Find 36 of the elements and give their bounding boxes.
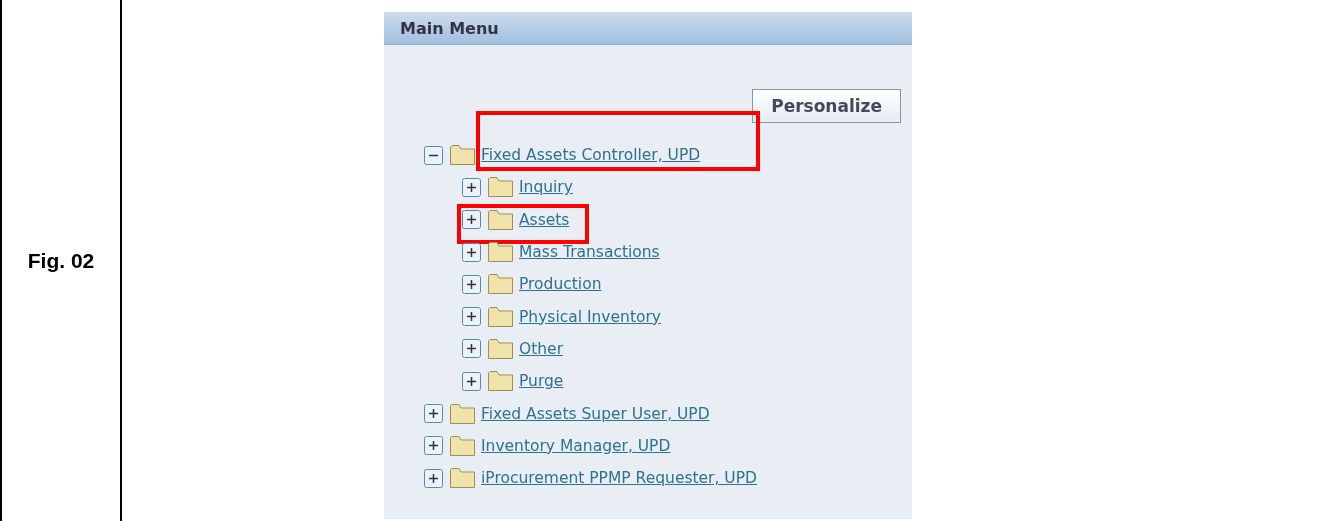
folder-icon bbox=[488, 209, 513, 230]
expand-icon[interactable] bbox=[462, 274, 481, 294]
collapse-icon[interactable] bbox=[424, 145, 443, 165]
folder-icon bbox=[488, 274, 513, 295]
folder-icon bbox=[488, 371, 513, 392]
folder-icon bbox=[488, 177, 513, 198]
personalize-button[interactable]: Personalize bbox=[752, 89, 901, 123]
tree-item-link[interactable]: Inventory Manager, UPD bbox=[481, 436, 671, 455]
folder-icon bbox=[488, 338, 513, 359]
expand-icon[interactable] bbox=[462, 210, 481, 230]
tree-item-link[interactable]: Fixed Assets Controller, UPD bbox=[481, 146, 701, 165]
tree-item-link[interactable]: iProcurement PPMP Requester, UPD bbox=[481, 469, 757, 488]
expand-icon[interactable] bbox=[462, 177, 481, 197]
folder-icon bbox=[450, 145, 475, 166]
expand-icon[interactable] bbox=[424, 404, 443, 423]
tree-item-link[interactable]: Other bbox=[519, 339, 563, 358]
folder-icon bbox=[450, 403, 475, 424]
expand-icon[interactable] bbox=[462, 371, 481, 391]
expand-icon[interactable] bbox=[424, 436, 443, 456]
panel-title: Main Menu bbox=[400, 18, 499, 38]
folder-icon bbox=[488, 242, 513, 263]
tree-item-link[interactable]: Fixed Assets Super User, UPD bbox=[481, 404, 710, 423]
expand-icon[interactable] bbox=[462, 242, 481, 262]
tree-item-link[interactable]: Inquiry bbox=[519, 178, 573, 197]
folder-icon bbox=[450, 468, 475, 489]
folder-icon bbox=[450, 435, 475, 456]
expand-icon[interactable] bbox=[424, 468, 443, 488]
tree-item-link[interactable]: Mass Transactions bbox=[519, 243, 660, 262]
expand-icon[interactable] bbox=[462, 307, 481, 327]
tree-item-link[interactable]: Physical Inventory bbox=[519, 307, 661, 326]
figure-label: Fig. 02 bbox=[27, 248, 95, 273]
tree-item-link[interactable]: Purge bbox=[519, 372, 564, 391]
tree-item-link[interactable]: Assets bbox=[519, 210, 570, 229]
folder-icon bbox=[488, 306, 513, 327]
tree-item-link[interactable]: Production bbox=[519, 275, 602, 294]
expand-icon[interactable] bbox=[462, 339, 481, 359]
